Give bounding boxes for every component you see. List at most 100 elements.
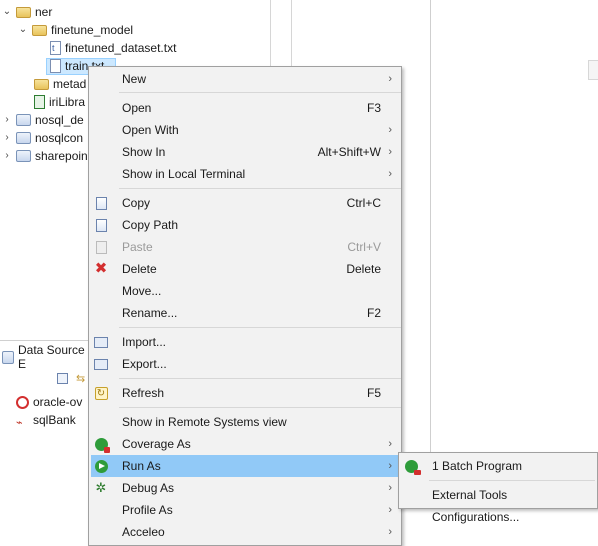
- chevron-right-icon: ›: [388, 526, 392, 538]
- tree-item-irilibra[interactable]: iriLibra: [34, 93, 85, 111]
- menu-item-rename[interactable]: Rename... F2: [91, 302, 401, 324]
- side-tab[interactable]: [588, 60, 598, 80]
- menu-item-import[interactable]: Import...: [91, 331, 401, 353]
- chevron-right-icon: ›: [388, 482, 392, 494]
- text-file-icon: [50, 39, 61, 57]
- menu-item-new[interactable]: New ›: [91, 68, 401, 90]
- menu-separator: [429, 480, 595, 481]
- chevron-down-icon[interactable]: ⌄: [18, 21, 28, 39]
- menu-item-debug-as[interactable]: ✲ Debug As ›: [91, 477, 401, 499]
- menu-item-copy-path[interactable]: Copy Path: [91, 214, 401, 236]
- menu-item-delete[interactable]: ✖ Delete Delete: [91, 258, 401, 280]
- menu-item-acceleo[interactable]: Acceleo ›: [91, 521, 401, 543]
- tree-item-label: metad: [53, 77, 87, 91]
- shortcut-label: F2: [366, 306, 381, 320]
- menu-item-label: Open: [122, 101, 152, 115]
- menu-item-label: Run As: [122, 459, 161, 473]
- menu-item-label: External Tools Configurations...: [432, 488, 520, 524]
- menu-item-label: 1 Batch Program: [432, 459, 523, 473]
- tree-item-nosqlcon[interactable]: › nosqlcon: [2, 129, 83, 147]
- menu-item-label: Debug As: [122, 481, 175, 495]
- tree-item-nosql-de[interactable]: › nosql_de: [2, 111, 84, 129]
- data-source-item[interactable]: ⌁ sqlBank: [16, 411, 76, 429]
- menu-item-paste[interactable]: Paste Ctrl+V: [91, 236, 401, 258]
- paste-icon: [94, 240, 108, 254]
- data-source-explorer-tab[interactable]: Data Source E: [0, 343, 89, 371]
- menu-item-label: Export...: [122, 357, 167, 371]
- menu-item-show-in-remote-systems[interactable]: Show in Remote Systems view: [91, 411, 401, 433]
- menu-item-label: Delete: [122, 262, 157, 276]
- library-icon: [34, 95, 45, 109]
- menu-item-open-with[interactable]: Open With ›: [91, 119, 401, 141]
- shortcut-label: Delete: [346, 262, 381, 276]
- menu-item-show-in-local-terminal[interactable]: Show in Local Terminal ›: [91, 163, 401, 185]
- batch-program-icon: [404, 459, 421, 475]
- run-icon: [94, 459, 108, 473]
- folder-icon: [32, 24, 47, 36]
- menu-item-label: Refresh: [122, 386, 165, 400]
- menu-separator: [119, 92, 401, 93]
- tree-item-label: finetune_model: [51, 23, 134, 37]
- chevron-right-icon: ›: [388, 168, 392, 180]
- shortcut-label: Ctrl+V: [347, 240, 381, 254]
- tree-item-label: nosql_de: [35, 113, 84, 127]
- menu-item-label: New: [122, 72, 147, 86]
- menu-item-show-in[interactable]: Show In Alt+Shift+W ›: [91, 141, 401, 163]
- folder-icon: [16, 6, 31, 18]
- menu-item-move[interactable]: Move...: [91, 280, 401, 302]
- coverage-icon: [94, 437, 110, 453]
- menu-item-label: Move...: [122, 284, 162, 298]
- editor-edge: [430, 0, 431, 455]
- data-source-icon: [2, 350, 14, 364]
- menu-item-refresh[interactable]: ↻ Refresh F5: [91, 382, 401, 404]
- tree-item-metad[interactable]: metad: [34, 75, 86, 93]
- menu-item-run-as[interactable]: Run As ›: [91, 455, 401, 477]
- bug-icon: ✲: [95, 480, 107, 495]
- link-icon[interactable]: ⇆: [76, 372, 85, 385]
- chevron-right-icon[interactable]: ›: [2, 111, 12, 129]
- tree-item-finetune-model[interactable]: ⌄ finetune_model: [18, 21, 133, 39]
- delete-icon: ✖: [94, 260, 108, 277]
- menu-item-open[interactable]: Open F3: [91, 97, 401, 119]
- menu-item-coverage-as[interactable]: Coverage As ›: [91, 433, 401, 455]
- project-icon: [16, 150, 31, 162]
- shortcut-label: F5: [366, 386, 381, 400]
- tree-item-label: sharepoin: [35, 149, 88, 163]
- submenu-item-external-tools[interactable]: External Tools Configurations...: [401, 484, 597, 524]
- copy-path-icon: [94, 218, 108, 232]
- submenu-item-batch-program[interactable]: 1 Batch Program: [401, 455, 597, 477]
- menu-separator: [119, 327, 401, 328]
- menu-item-copy[interactable]: Copy Ctrl+C: [91, 192, 401, 214]
- menu-item-label: Copy Path: [122, 218, 179, 232]
- chevron-right-icon[interactable]: ›: [2, 147, 12, 165]
- copy-icon: [94, 196, 108, 210]
- shortcut-label: Alt+Shift+W: [317, 145, 381, 159]
- menu-separator: [119, 407, 401, 408]
- export-icon: [94, 357, 108, 371]
- menu-item-label: Profile As: [122, 503, 173, 517]
- database-icon: ⌁: [16, 416, 23, 429]
- chevron-right-icon: ›: [388, 438, 392, 450]
- menu-item-label: Copy: [122, 196, 151, 210]
- chevron-down-icon[interactable]: ⌄: [2, 3, 12, 21]
- data-source-item[interactable]: oracle-ov: [16, 393, 82, 411]
- menu-item-profile-as[interactable]: Profile As ›: [91, 499, 401, 521]
- folder-icon: [34, 78, 49, 90]
- view-divider: [0, 340, 89, 341]
- tree-item-sharepoin[interactable]: › sharepoin: [2, 147, 88, 165]
- shortcut-label: Ctrl+C: [346, 196, 381, 210]
- oracle-icon: [16, 395, 29, 409]
- tree-item-finetuned-dataset[interactable]: finetuned_dataset.txt: [50, 39, 176, 57]
- chevron-right-icon: ›: [388, 124, 392, 136]
- menu-item-label: Show In: [122, 145, 166, 159]
- tree-item-label: ner: [35, 5, 53, 19]
- chevron-right-icon: ›: [388, 504, 392, 516]
- tree-item-ner[interactable]: ⌄ ner: [2, 3, 53, 21]
- collapse-all-icon[interactable]: [57, 373, 68, 384]
- chevron-right-icon[interactable]: ›: [2, 129, 12, 147]
- menu-item-label: Show in Remote Systems view: [122, 415, 287, 429]
- menu-item-label: Coverage As: [122, 437, 191, 451]
- refresh-icon: ↻: [94, 386, 108, 400]
- menu-item-export[interactable]: Export...: [91, 353, 401, 375]
- tree-item-label: finetuned_dataset.txt: [65, 41, 177, 55]
